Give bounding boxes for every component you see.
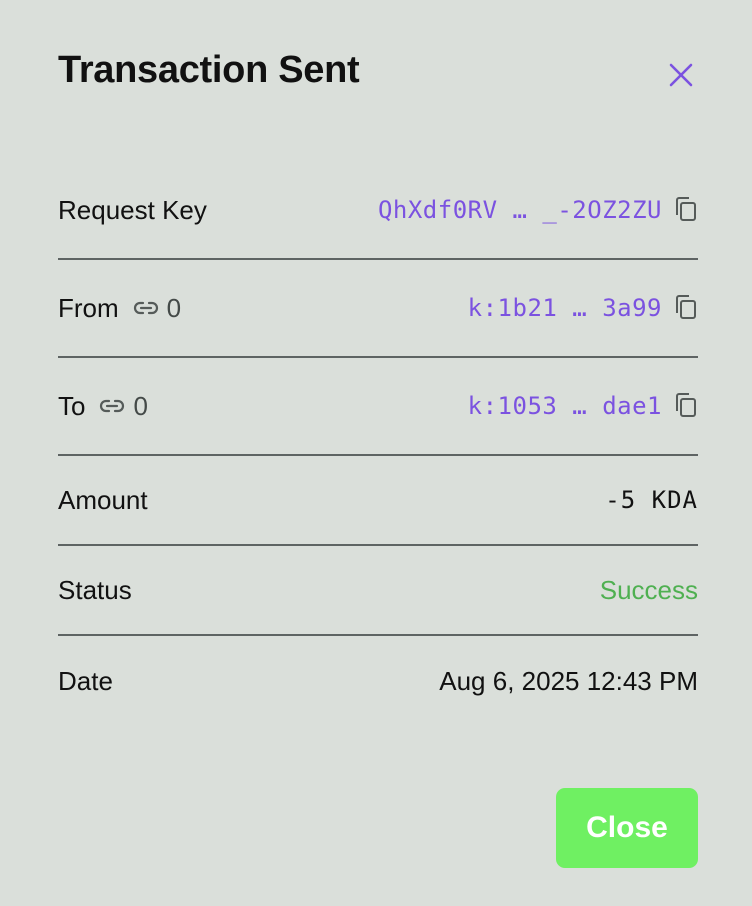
- amount-value: -5 KDA: [605, 486, 698, 514]
- to-account-link[interactable]: k:1053 … dae1: [468, 392, 662, 420]
- detail-row-amount: Amount -5 KDA: [58, 456, 698, 546]
- copy-icon[interactable]: [674, 392, 698, 420]
- from-value-group: k:1b21 … 3a99: [468, 294, 698, 322]
- to-link-count: 0: [133, 390, 148, 421]
- detail-row-to: To 0 k:1053 … dae1: [58, 358, 698, 456]
- dialog-title: Transaction Sent: [58, 49, 360, 91]
- from-label-group: From 0: [58, 293, 181, 324]
- link-icon: [133, 300, 159, 316]
- close-icon[interactable]: [664, 58, 698, 92]
- detail-row-status: Status Success: [58, 546, 698, 636]
- request-key-label: Request Key: [58, 194, 207, 225]
- transaction-sent-dialog: Transaction Sent Request Key QhXdf0RV … …: [0, 0, 752, 906]
- to-label: To: [58, 390, 86, 421]
- copy-icon[interactable]: [674, 196, 698, 224]
- date-value: Aug 6, 2025 12:43 PM: [439, 665, 698, 696]
- close-button[interactable]: Close: [556, 788, 698, 868]
- to-label-group: To 0: [58, 391, 148, 422]
- request-key-link[interactable]: QhXdf0RV … _-2OZ2ZU: [378, 196, 662, 224]
- amount-label: Amount: [58, 484, 148, 515]
- status-label: Status: [58, 574, 132, 605]
- from-label: From: [58, 292, 119, 323]
- copy-icon[interactable]: [674, 294, 698, 322]
- to-value-group: k:1053 … dae1: [468, 392, 698, 420]
- status-value: Success: [599, 574, 698, 605]
- request-key-value-group: QhXdf0RV … _-2OZ2ZU: [378, 196, 698, 224]
- detail-row-from: From 0 k:1b21 … 3a99: [58, 260, 698, 358]
- detail-row-date: Date Aug 6, 2025 12:43 PM: [58, 636, 698, 726]
- date-label: Date: [58, 665, 113, 696]
- link-icon: [99, 398, 125, 414]
- from-account-link[interactable]: k:1b21 … 3a99: [468, 294, 662, 322]
- detail-row-request-key: Request Key QhXdf0RV … _-2OZ2ZU: [58, 162, 698, 260]
- transaction-details: Request Key QhXdf0RV … _-2OZ2ZU From 0 k…: [58, 162, 698, 726]
- from-link-count: 0: [166, 292, 182, 323]
